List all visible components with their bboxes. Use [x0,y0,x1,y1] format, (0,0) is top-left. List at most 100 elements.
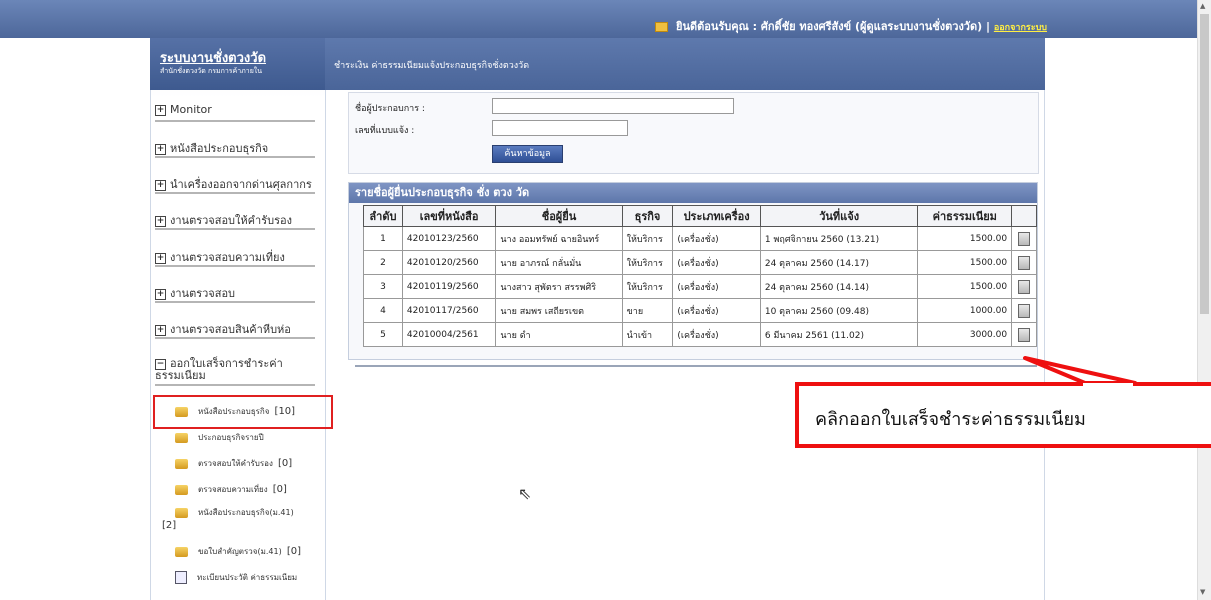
menu-label: Monitor [170,103,212,116]
cell-business: ขาย [621,298,674,323]
submenu-accuracy[interactable]: ตรวจสอบความเที่ยง [0] [175,483,287,496]
menu-customs-export[interactable]: + นำเครื่องออกจากด่านศุลกากร [155,175,312,193]
expand-icon[interactable]: + [155,215,166,227]
submenu-certification[interactable]: ตรวจสอบให้คำรับรอง [0] [175,457,292,470]
scroll-up-icon[interactable]: ▲ [1200,2,1205,10]
menu-divider [155,337,315,339]
col-header-action [1011,205,1037,227]
brand-header: ระบบงานชั่งตวงวัด สำนักชั่งตวงวัด กรมการ… [150,38,325,90]
cell-fee: 1500.00 [917,226,1013,251]
calculator-icon[interactable] [1018,231,1031,246]
expand-icon[interactable]: + [155,104,166,116]
expand-icon[interactable]: + [155,288,166,300]
submenu-label: ตรวจสอบความเที่ยง [198,485,268,494]
collapse-icon[interactable]: − [155,358,166,370]
table-heading: รายชื่อผู้ยื่นประกอบธุรกิจ ชั่ง ตวง วัด [349,183,1037,203]
welcome-message: ยินดีต้อนรับคุณ : ศักดิ์ชัย ทองศรีสังข์ … [655,17,1047,35]
system-subtitle: สำนักชั่งตวงวัด กรมการค้าภายใน [160,67,262,75]
menu-business-letter[interactable]: + หนังสือประกอบธุรกิจ [155,139,268,157]
menu-accuracy-check[interactable]: + งานตรวจสอบความเที่ยง [155,248,285,266]
menu-label: หนังสือประกอบธุรกิจ [170,142,269,155]
vertical-scrollbar[interactable]: ▲ ▼ [1197,0,1211,600]
system-title[interactable]: ระบบงานชั่งตวงวัด [160,47,266,68]
form-number-input[interactable] [492,120,628,136]
submenu-count: [0] [277,458,293,469]
menu-inspection[interactable]: + งานตรวจสอบ [155,284,235,302]
expand-icon[interactable]: + [155,324,166,336]
expand-icon[interactable]: + [155,179,166,191]
menu-divider [155,120,315,122]
expand-icon[interactable]: + [155,143,166,155]
scroll-down-icon[interactable]: ▼ [1200,588,1205,596]
callout-arrow [1023,356,1137,385]
calculator-icon[interactable] [1018,327,1031,342]
cell-letter-no: 42010123/2560 [401,226,497,251]
menu-divider [155,192,315,194]
callout-joint [1083,383,1133,387]
table-row[interactable]: 2 42010120/2560 นาย อาภรณ์ กลั่นมั่น ให้… [363,250,1037,275]
cell-fee: 1500.00 [917,274,1013,299]
table-row[interactable]: 4 42010117/2560 นาย สมพร เสถียรเขต ขาย (… [363,298,1037,323]
cell-action[interactable] [1011,298,1037,323]
cell-applicant: นาย อาภรณ์ กลั่นมั่น [495,250,623,275]
cell-date: 10 ตุลาคม 2560 (09.48) [759,298,919,323]
cell-date: 24 ตุลาคม 2560 (14.17) [759,250,919,275]
cell-business: ให้บริการ [621,250,674,275]
cell-action[interactable] [1011,226,1037,251]
menu-divider [155,301,315,303]
cell-business: นำเข้า [621,322,674,347]
expand-icon[interactable]: + [155,252,166,264]
submenu-count: [0] [286,546,301,557]
cell-index: 2 [363,250,403,275]
cell-device-type: (เครื่องชั่ง) [672,298,761,323]
col-header: วันที่แจ้ง [759,205,919,227]
welcome-text: ยินดีต้อนรับคุณ : ศักดิ์ชัย ทองศรีสังข์ … [676,20,991,33]
operator-name-label: ชื่อผู้ประกอบการ : [355,104,425,114]
cell-action[interactable] [1011,250,1037,275]
cell-action[interactable] [1011,274,1037,299]
menu-divider [155,228,315,230]
cell-index: 3 [363,274,403,299]
calculator-icon[interactable] [1018,279,1031,294]
menu-certification-check[interactable]: + งานตรวจสอบให้คำรับรอง [155,211,292,229]
table-divider [355,365,1037,367]
cell-fee: 1500.00 [917,250,1013,275]
col-header: เลขที่หนังสือ [401,205,497,227]
col-header: ชื่อผู้ยื่น [495,205,623,227]
search-button[interactable]: ค้นหาข้อมูล [492,145,563,163]
calculator-icon[interactable] [1018,255,1031,270]
table-row[interactable]: 1 42010123/2560 นาง ออมทรัพย์ ฉายอินทร์ … [363,226,1037,251]
cell-action[interactable] [1011,322,1037,347]
menu-divider [155,384,315,386]
cell-applicant: นางสาว สุพัตรา สรรพศิริ [495,274,623,299]
submenu-annual-business[interactable]: ประกอบธุรกิจรายปี [175,431,264,444]
cell-letter-no: 42010004/2561 [401,322,497,347]
table-header-row: ลำดับ เลขที่หนังสือ ชื่อผู้ยื่น ธุรกิจ ป… [363,205,1037,227]
col-header: ธุรกิจ [621,205,674,227]
submenu-count: [0] [272,484,287,495]
submenu-inspection-cert-m41[interactable]: ขอใบสำคัญตรวจ(ม.41) [0] [175,545,301,558]
cell-applicant: นาย ดำ [495,322,623,347]
operator-name-input[interactable] [492,98,734,114]
submenu-business-letter-m41[interactable]: หนังสือประกอบธุรกิจ(ม.41) [175,506,294,519]
submenu-label: ตรวจสอบให้คำรับรอง [198,459,273,468]
scrollbar-thumb[interactable] [1200,14,1209,314]
cell-letter-no: 42010117/2560 [401,298,497,323]
logout-link[interactable]: ออกจากระบบ [994,23,1047,33]
calculator-icon[interactable] [1018,303,1031,318]
menu-fee-receipt[interactable]: − ออกใบเสร็จการชำระค่าธรรมเนียม [155,358,315,382]
cell-letter-no: 42010119/2560 [401,274,497,299]
cell-letter-no: 42010120/2560 [401,250,497,275]
menu-package-inspection[interactable]: + งานตรวจสอบสินค้าหีบห่อ [155,320,291,338]
menu-monitor[interactable]: + Monitor [155,103,212,116]
cell-fee: 1000.00 [917,298,1013,323]
submenu-fee-history[interactable]: ทะเบียนประวัติ ค่าธรรมเนียม [175,571,297,584]
table-row[interactable]: 5 42010004/2561 นาย ดำ นำเข้า (เครื่องชั… [363,322,1037,347]
menu-label: งานตรวจสอบสินค้าหีบห่อ [170,323,291,336]
submenu-count-m41: [2] [162,520,176,531]
cell-date: 1 พฤศจิกายน 2560 (13.21) [759,226,919,251]
table-row[interactable]: 3 42010119/2560 นางสาว สุพัตรา สรรพศิริ … [363,274,1037,299]
applicant-list-panel: รายชื่อผู้ยื่นประกอบธุรกิจ ชั่ง ตวง วัด … [348,182,1038,360]
cell-date: 24 ตุลาคม 2560 (14.14) [759,274,919,299]
highlight-box [153,395,333,429]
